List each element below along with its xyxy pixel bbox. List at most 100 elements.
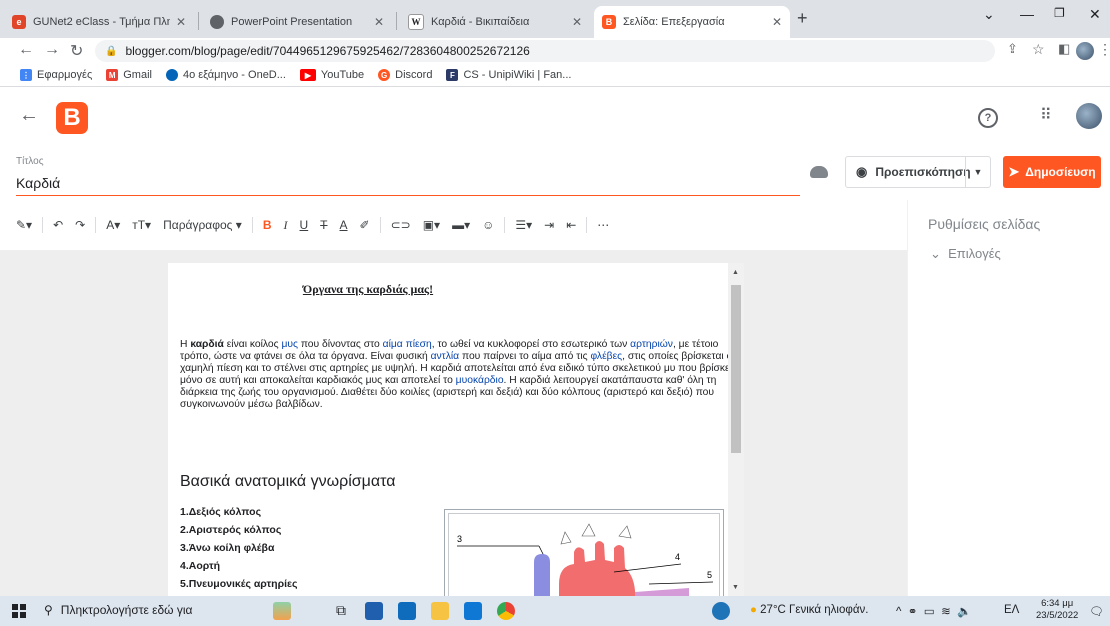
- eye-icon: ◉: [856, 164, 868, 179]
- close-icon[interactable]: ✕: [374, 15, 384, 29]
- blogger-icon: B: [602, 15, 616, 29]
- link-pressure[interactable]: πίεση: [406, 339, 432, 350]
- bookmarks-bar: ⋮ Εφαρμογές M Gmail 4ο εξάμηνο - OneD... ▶…: [0, 64, 1110, 87]
- italic-icon[interactable]: I: [284, 218, 288, 233]
- close-icon[interactable]: ✕: [772, 15, 782, 29]
- back-icon[interactable]: ←: [18, 41, 34, 59]
- scrollbar-thumb[interactable]: [731, 285, 741, 453]
- strikethrough-icon[interactable]: T: [320, 218, 327, 232]
- image-icon[interactable]: ▣▾: [423, 218, 440, 232]
- outdent-icon[interactable]: ⇤: [566, 218, 576, 232]
- profile-avatar[interactable]: [1076, 42, 1094, 60]
- share-icon[interactable]: ⇪: [1007, 41, 1018, 57]
- tray-icons[interactable]: ^ ⚭ ▭ ≋ 🔈: [896, 604, 971, 618]
- link-pump[interactable]: αντλία: [431, 351, 460, 362]
- mail-icon[interactable]: [398, 602, 416, 620]
- redo-icon[interactable]: ↷: [75, 218, 85, 232]
- font-size-icon[interactable]: тT▾: [132, 218, 151, 232]
- minimize-icon[interactable]: —: [1020, 6, 1034, 22]
- bookmark-cs-wiki[interactable]: F CS - UnipiWiki | Fan...: [446, 69, 571, 81]
- store-icon[interactable]: [365, 602, 383, 620]
- text-color-icon[interactable]: A: [340, 218, 348, 232]
- indent-icon[interactable]: ⇥: [544, 218, 554, 232]
- kebab-menu-icon[interactable]: ⋮: [1098, 41, 1110, 58]
- link-arteries[interactable]: αρτηριών: [630, 339, 673, 350]
- bookmark-star-icon[interactable]: ☆: [1032, 41, 1045, 58]
- title-input[interactable]: Καρδιά: [16, 175, 60, 191]
- title-label: Τίτλος: [16, 156, 44, 167]
- help-icon[interactable]: ?: [978, 108, 998, 128]
- onedrive-icon: [165, 69, 178, 81]
- section-heading: Βασικά ανατομικά γνωρίσματα: [180, 473, 396, 490]
- pencil-mode-icon[interactable]: ✎▾: [16, 218, 32, 232]
- para-text: που παίρνει το αίμα από τις: [459, 351, 591, 362]
- emoji-icon[interactable]: ☺: [482, 218, 494, 232]
- weather-widget-icon[interactable]: [273, 602, 291, 620]
- tab-search-icon[interactable]: ⌄: [983, 6, 995, 23]
- language-indicator[interactable]: ΕΛ: [1004, 604, 1019, 616]
- bookmark-onedrive[interactable]: 4ο εξάμηνο - OneD...: [165, 69, 286, 81]
- bookmark-apps[interactable]: ⋮ Εφαρμογές: [20, 69, 92, 81]
- blogger-logo[interactable]: B: [56, 102, 88, 134]
- list-item: 3.Άνω κοίλη φλέβα: [180, 542, 275, 554]
- chrome-icon[interactable]: [497, 602, 515, 620]
- diagram-label-5: 5: [707, 570, 712, 580]
- close-icon[interactable]: ✕: [176, 15, 186, 29]
- align-icon[interactable]: ☰▾: [515, 218, 532, 232]
- link-myocardium[interactable]: μυοκάρδιο: [456, 375, 504, 386]
- document-page[interactable]: Όργανα της καρδιάς μας! Η καρδιά είναι κ…: [168, 263, 728, 596]
- address-bar[interactable]: 🔒 blogger.com/blog/page/edit/70449651296…: [95, 40, 995, 62]
- font-icon[interactable]: A▾: [106, 218, 120, 232]
- publish-button[interactable]: ➤ Δημοσίευση: [1003, 156, 1101, 188]
- para-text: , το ωθεί να κυκλοφορεί στο εσωτερικό τω…: [431, 339, 631, 350]
- tab-powerpoint[interactable]: PowerPoint Presentation ✕: [202, 6, 392, 38]
- options-toggle[interactable]: ⌄ Επιλογές: [930, 246, 1001, 262]
- paragraph-dropdown[interactable]: Παράγραφος ▾: [163, 218, 242, 232]
- tab-wikipedia[interactable]: W Καρδιά - Βικιπαίδεια ✕: [400, 6, 590, 38]
- forward-icon[interactable]: →: [44, 41, 60, 59]
- highlight-icon[interactable]: ✐: [360, 218, 370, 232]
- para-bold: καρδιά: [190, 339, 224, 350]
- weather-text: 27°C Γενικά ηλιοφάν.: [760, 604, 869, 616]
- taskbar-search[interactable]: ⚲ Πληκτρολογήστε εδώ για: [44, 603, 192, 617]
- undo-icon[interactable]: ↶: [53, 218, 63, 232]
- tab-eclass[interactable]: e GUNet2 eClass - Τμήμα Πληροφο ✕: [4, 6, 194, 38]
- apps-grid-icon[interactable]: ⠿: [1040, 105, 1052, 125]
- restore-icon[interactable]: ❐: [1054, 6, 1065, 20]
- link-blood[interactable]: αίμα: [383, 339, 403, 350]
- weather-status[interactable]: ● 27°C Γενικά ηλιοφάν.: [750, 604, 868, 616]
- windows-start-icon[interactable]: [12, 604, 26, 618]
- link-veins[interactable]: φλέβες: [590, 351, 622, 362]
- reload-icon[interactable]: ↻: [70, 41, 83, 61]
- task-view-icon[interactable]: ⧉: [332, 602, 350, 620]
- window-close-icon[interactable]: ✕: [1089, 6, 1101, 23]
- back-arrow-icon[interactable]: ←: [19, 104, 39, 127]
- file-explorer-icon[interactable]: [431, 602, 449, 620]
- para-text: που δίνοντας στο: [297, 339, 383, 350]
- link-icon[interactable]: ⊂⊃: [391, 218, 411, 232]
- editor-scrollbar[interactable]: ▲ ▼: [728, 263, 744, 596]
- underline-icon[interactable]: U: [300, 218, 309, 232]
- link-muscle[interactable]: μυς: [281, 339, 298, 350]
- bookmark-discord[interactable]: G Discord: [378, 69, 432, 81]
- video-icon[interactable]: ▬▾: [452, 218, 470, 232]
- preview-button[interactable]: ◉ Προεπισκόπηση ▼: [845, 156, 991, 188]
- close-icon[interactable]: ✕: [572, 15, 582, 29]
- heart-diagram[interactable]: 3 4 5: [444, 509, 724, 596]
- user-avatar[interactable]: [1076, 103, 1102, 129]
- scroll-down-icon[interactable]: ▼: [732, 584, 739, 591]
- clock[interactable]: 6:34 μμ 23/5/2022: [1036, 598, 1078, 622]
- bookmark-label: YouTube: [320, 69, 365, 81]
- chevron-down-icon[interactable]: ▼: [965, 157, 990, 187]
- bookmark-youtube[interactable]: ▶ YouTube: [299, 69, 365, 81]
- tab-blogger-edit[interactable]: B Σελίδα: Επεξεργασία ✕: [594, 6, 790, 38]
- new-tab-button[interactable]: +: [797, 8, 808, 29]
- bold-icon[interactable]: B: [263, 218, 272, 232]
- notifications-icon[interactable]: 🗨: [1089, 604, 1104, 618]
- visual-studio-code-icon[interactable]: [464, 602, 482, 620]
- bookmark-gmail[interactable]: M Gmail: [106, 69, 152, 81]
- more-icon[interactable]: ⋯: [597, 218, 609, 232]
- scroll-up-icon[interactable]: ▲: [732, 269, 739, 276]
- side-panel-icon[interactable]: ◧: [1058, 41, 1070, 57]
- help-tray-icon[interactable]: [712, 602, 730, 620]
